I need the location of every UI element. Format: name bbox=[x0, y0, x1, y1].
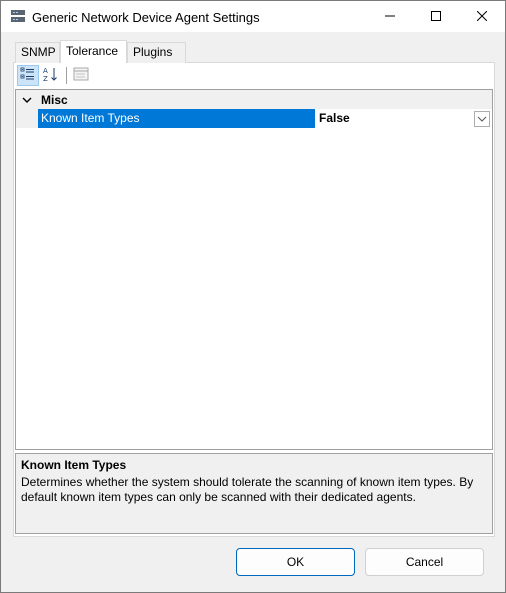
chevron-down-icon[interactable] bbox=[20, 93, 34, 107]
categorized-button[interactable] bbox=[17, 65, 39, 86]
property-pages-button[interactable] bbox=[70, 65, 92, 86]
categorized-view-icon bbox=[20, 66, 36, 85]
description-title: Known Item Types bbox=[21, 458, 127, 472]
property-value[interactable]: False bbox=[316, 109, 492, 128]
ok-button[interactable]: OK bbox=[236, 548, 355, 576]
tab-snmp[interactable]: SNMP bbox=[15, 42, 60, 63]
alphabetical-button[interactable]: A Z bbox=[40, 65, 62, 86]
category-row-misc[interactable]: Misc bbox=[16, 90, 492, 109]
property-name[interactable]: Known Item Types bbox=[38, 109, 315, 128]
description-text: Determines whether the system should tol… bbox=[21, 475, 474, 504]
title-bar[interactable]: Generic Network Device Agent Settings bbox=[1, 1, 505, 32]
window-title: Generic Network Device Agent Settings bbox=[32, 10, 260, 25]
minimize-icon bbox=[385, 10, 395, 24]
property-pages-icon bbox=[73, 67, 89, 84]
close-icon bbox=[476, 10, 488, 24]
toolbar-separator bbox=[66, 67, 67, 84]
tab-plugins[interactable]: Plugins bbox=[127, 42, 186, 63]
property-grid-toolbar: A Z bbox=[14, 64, 492, 88]
minimize-button[interactable] bbox=[367, 1, 413, 32]
property-row[interactable]: Known Item Types False bbox=[16, 109, 492, 128]
svg-text:A: A bbox=[43, 67, 48, 75]
settings-dialog: Generic Network Device Agent Settings SN… bbox=[0, 0, 506, 593]
description-pane: Known Item Types Determines whether the … bbox=[15, 453, 493, 534]
sort-alphabetical-icon: A Z bbox=[42, 66, 60, 85]
tab-tolerance[interactable]: Tolerance bbox=[60, 40, 127, 63]
maximize-icon bbox=[431, 10, 441, 24]
property-dropdown-button[interactable] bbox=[474, 111, 490, 127]
cancel-button[interactable]: Cancel bbox=[365, 548, 484, 576]
category-label: Misc bbox=[41, 93, 68, 107]
property-grid[interactable]: Misc Known Item Types False bbox=[15, 89, 493, 450]
network-device-icon bbox=[10, 9, 26, 23]
property-gutter bbox=[16, 109, 38, 128]
close-button[interactable] bbox=[459, 1, 505, 32]
maximize-button[interactable] bbox=[413, 1, 459, 32]
tab-strip: SNMP Tolerance Plugins bbox=[13, 40, 493, 63]
chevron-down-icon bbox=[477, 112, 487, 126]
svg-text:Z: Z bbox=[43, 75, 48, 82]
